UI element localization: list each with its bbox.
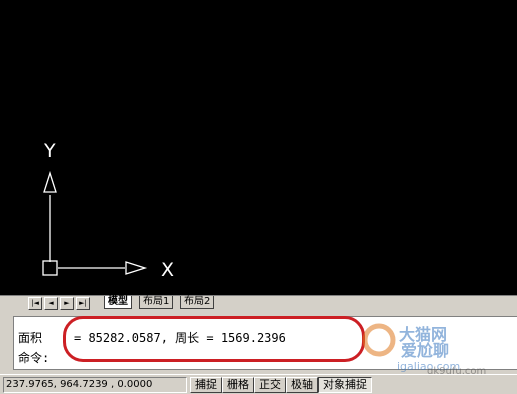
osnap-toggle[interactable]: 对象捕捉 — [318, 377, 372, 393]
ortho-toggle[interactable]: 正交 — [254, 377, 286, 393]
ucs-y-label: Y — [43, 140, 56, 162]
tab-layout2[interactable]: 布局2 — [180, 296, 215, 309]
drawing-canvas[interactable]: Y X — [0, 0, 517, 295]
layout-tab-bar: |◄ ◄ ► ►| 模型 布局1 布局2 — [0, 295, 517, 310]
coordinate-readout: 237.9765, 964.7239 , 0.0000 — [3, 377, 187, 393]
watermark-text2: 爱尬聊 — [401, 341, 449, 360]
command-area-label: 面积 — [18, 331, 43, 345]
tab-layout1[interactable]: 布局1 — [139, 296, 174, 309]
ucs-icon: Y X — [42, 140, 174, 281]
ucs-x-label: X — [161, 259, 174, 281]
first-tab-button[interactable]: |◄ — [28, 297, 42, 310]
polar-toggle[interactable]: 极轴 — [286, 377, 318, 393]
watermark-url2: qk9ufu.com — [427, 366, 486, 374]
watermark: 大猫网 爱尬聊 igaliao.com qk9ufu.com — [355, 318, 517, 377]
next-tab-button[interactable]: ► — [60, 297, 74, 310]
last-tab-button[interactable]: ►| — [76, 297, 90, 310]
command-prompt[interactable]: 命令: — [18, 349, 49, 366]
prev-tab-button[interactable]: ◄ — [44, 297, 58, 310]
highlight-circle — [63, 316, 365, 362]
status-bar: 237.9765, 964.7239 , 0.0000 捕捉 栅格 正交 极轴 … — [0, 374, 517, 394]
snap-toggle[interactable]: 捕捉 — [190, 377, 222, 393]
grid-toggle[interactable]: 栅格 — [222, 377, 254, 393]
tab-model[interactable]: 模型 — [104, 296, 132, 309]
